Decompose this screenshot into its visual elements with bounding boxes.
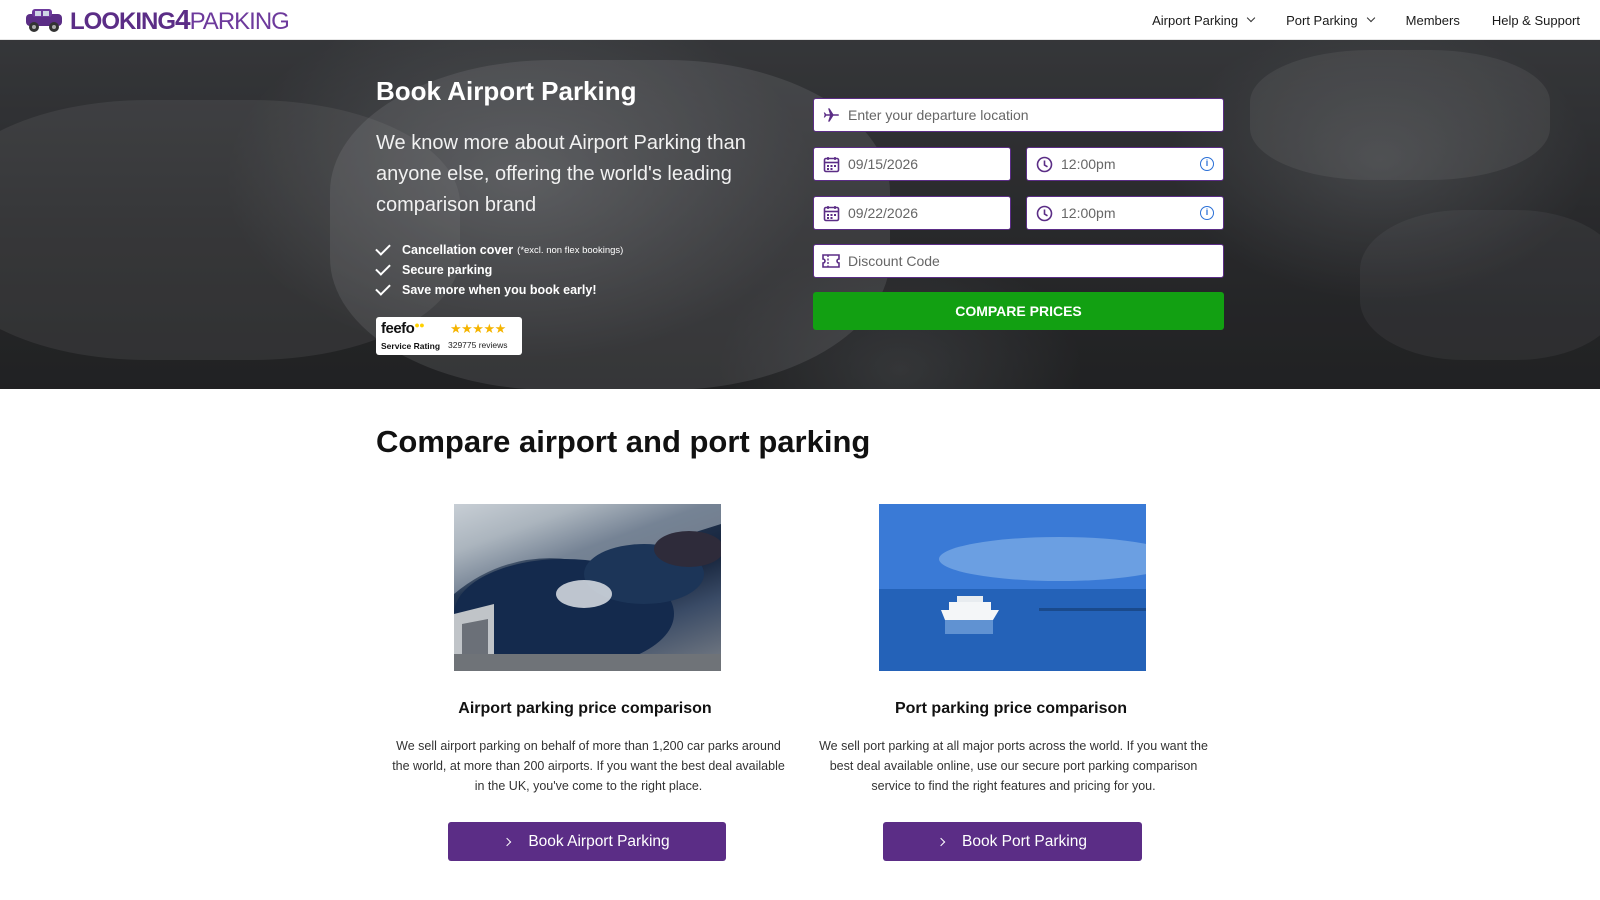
plane-icon bbox=[814, 107, 848, 123]
ticket-icon bbox=[814, 253, 848, 269]
pick-up-date-input[interactable]: 09/22/2026 bbox=[813, 196, 1011, 230]
hero-title: Book Airport Parking bbox=[376, 76, 637, 106]
departure-location-input[interactable]: Enter your departure location bbox=[813, 98, 1224, 132]
logo-text-looking: LOOKING bbox=[70, 8, 176, 35]
chevron-right-icon bbox=[503, 837, 512, 846]
drop-off-time-value: 12:00pm bbox=[1061, 156, 1116, 172]
nav-airport-parking[interactable]: Airport Parking bbox=[1152, 12, 1256, 28]
discount-code-input[interactable]: Discount Code bbox=[813, 244, 1224, 278]
feefo-rating-badge[interactable]: feefo●● Service Rating ★★★★★ 329775 revi… bbox=[376, 317, 522, 355]
section-title: Compare airport and port parking bbox=[376, 424, 871, 459]
drop-off-time-input[interactable]: 12:00pm i bbox=[1026, 147, 1224, 181]
site-logo[interactable]: LOOKING4PARKING bbox=[22, 4, 290, 35]
car-logo-icon bbox=[26, 9, 62, 32]
feefo-brand-text: feefo bbox=[381, 320, 415, 337]
feature-item: Cancellation cover (*excl. non flex book… bbox=[375, 240, 624, 260]
calendar-icon bbox=[814, 205, 848, 222]
info-icon[interactable]: i bbox=[1200, 206, 1214, 220]
logo-wordmark: LOOKING4PARKING bbox=[70, 4, 290, 35]
top-navigation-bar: LOOKING4PARKING Airport Parking Port Par… bbox=[0, 0, 1600, 40]
departure-location-placeholder: Enter your departure location bbox=[848, 107, 1029, 123]
calendar-icon bbox=[814, 156, 848, 173]
port-card-description: We sell port parking at all major ports … bbox=[819, 739, 1208, 793]
pick-up-date-value: 09/22/2026 bbox=[848, 205, 919, 221]
book-airport-parking-button[interactable]: Book Airport Parking bbox=[448, 822, 726, 861]
logo-text-four: 4 bbox=[175, 4, 191, 35]
feature-text: Save more when you book early! bbox=[402, 283, 597, 297]
info-icon[interactable]: i bbox=[1200, 157, 1214, 171]
parked-cars-illustration bbox=[454, 504, 721, 671]
book-port-parking-button[interactable]: Book Port Parking bbox=[883, 822, 1142, 861]
pick-up-time-input[interactable]: 12:00pm i bbox=[1026, 196, 1224, 230]
discount-code-placeholder: Discount Code bbox=[848, 253, 940, 269]
airport-parking-image bbox=[454, 504, 721, 671]
checkmark-icon bbox=[375, 260, 391, 276]
nav-members-label: Members bbox=[1405, 12, 1460, 28]
drop-off-date-input[interactable]: 09/15/2026 bbox=[813, 147, 1011, 181]
cruise-ship-illustration bbox=[879, 504, 1146, 671]
nav-help-support-label: Help & Support bbox=[1491, 12, 1580, 28]
feature-text: Secure parking bbox=[402, 263, 493, 277]
hero-overlay bbox=[0, 40, 1600, 389]
chevron-right-icon bbox=[936, 837, 946, 846]
nav-port-parking-label: Port Parking bbox=[1286, 12, 1358, 28]
compare-prices-button[interactable]: COMPARE PRICES bbox=[813, 292, 1224, 330]
feature-note: (*excl. non flex bookings) bbox=[517, 244, 624, 256]
feature-text: Cancellation cover bbox=[402, 243, 514, 257]
feefo-dots-icon: ●● bbox=[414, 320, 425, 330]
nav-members[interactable]: Members bbox=[1406, 13, 1460, 28]
feature-item: Save more when you book early! bbox=[375, 280, 623, 300]
checkmark-icon bbox=[375, 280, 391, 296]
hero-subtitle: We know more about Airport Parking than … bbox=[376, 132, 746, 216]
chevron-down-icon bbox=[1246, 13, 1256, 23]
pick-up-time-value: 12:00pm bbox=[1061, 205, 1116, 221]
airport-card-title: Airport parking price comparison bbox=[458, 700, 712, 717]
book-port-parking-label: Book Port Parking bbox=[962, 832, 1087, 850]
book-airport-parking-label: Book Airport Parking bbox=[528, 832, 670, 850]
main-nav: Airport Parking Port Parking Members Hel… bbox=[1120, 0, 1580, 40]
clock-icon bbox=[1027, 156, 1061, 173]
nav-help-support[interactable]: Help & Support bbox=[1492, 13, 1580, 28]
chevron-down-icon bbox=[1366, 13, 1375, 23]
port-parking-image bbox=[879, 504, 1146, 671]
feature-list: Cancellation cover (*excl. non flex book… bbox=[375, 240, 624, 300]
clock-icon bbox=[1027, 205, 1061, 222]
nav-port-parking[interactable]: Port Parking bbox=[1286, 12, 1375, 28]
port-card-title: Port parking price comparison bbox=[894, 700, 1128, 717]
nav-airport-parking-label: Airport Parking bbox=[1152, 12, 1239, 28]
drop-off-date-value: 09/15/2026 bbox=[848, 156, 919, 172]
checkmark-icon bbox=[375, 240, 391, 256]
feefo-service-rating-label: Service Rating bbox=[381, 341, 441, 351]
feefo-logo: feefo●● bbox=[381, 320, 425, 337]
airport-card-description: We sell airport parking on behalf of mor… bbox=[392, 739, 785, 793]
star-rating-icon: ★★★★★ bbox=[450, 321, 506, 336]
feature-item: Secure parking bbox=[375, 260, 623, 280]
feefo-review-count: 329775 reviews bbox=[448, 340, 508, 350]
logo-text-parking: PARKING bbox=[189, 8, 290, 35]
hero-banner bbox=[0, 40, 1600, 389]
